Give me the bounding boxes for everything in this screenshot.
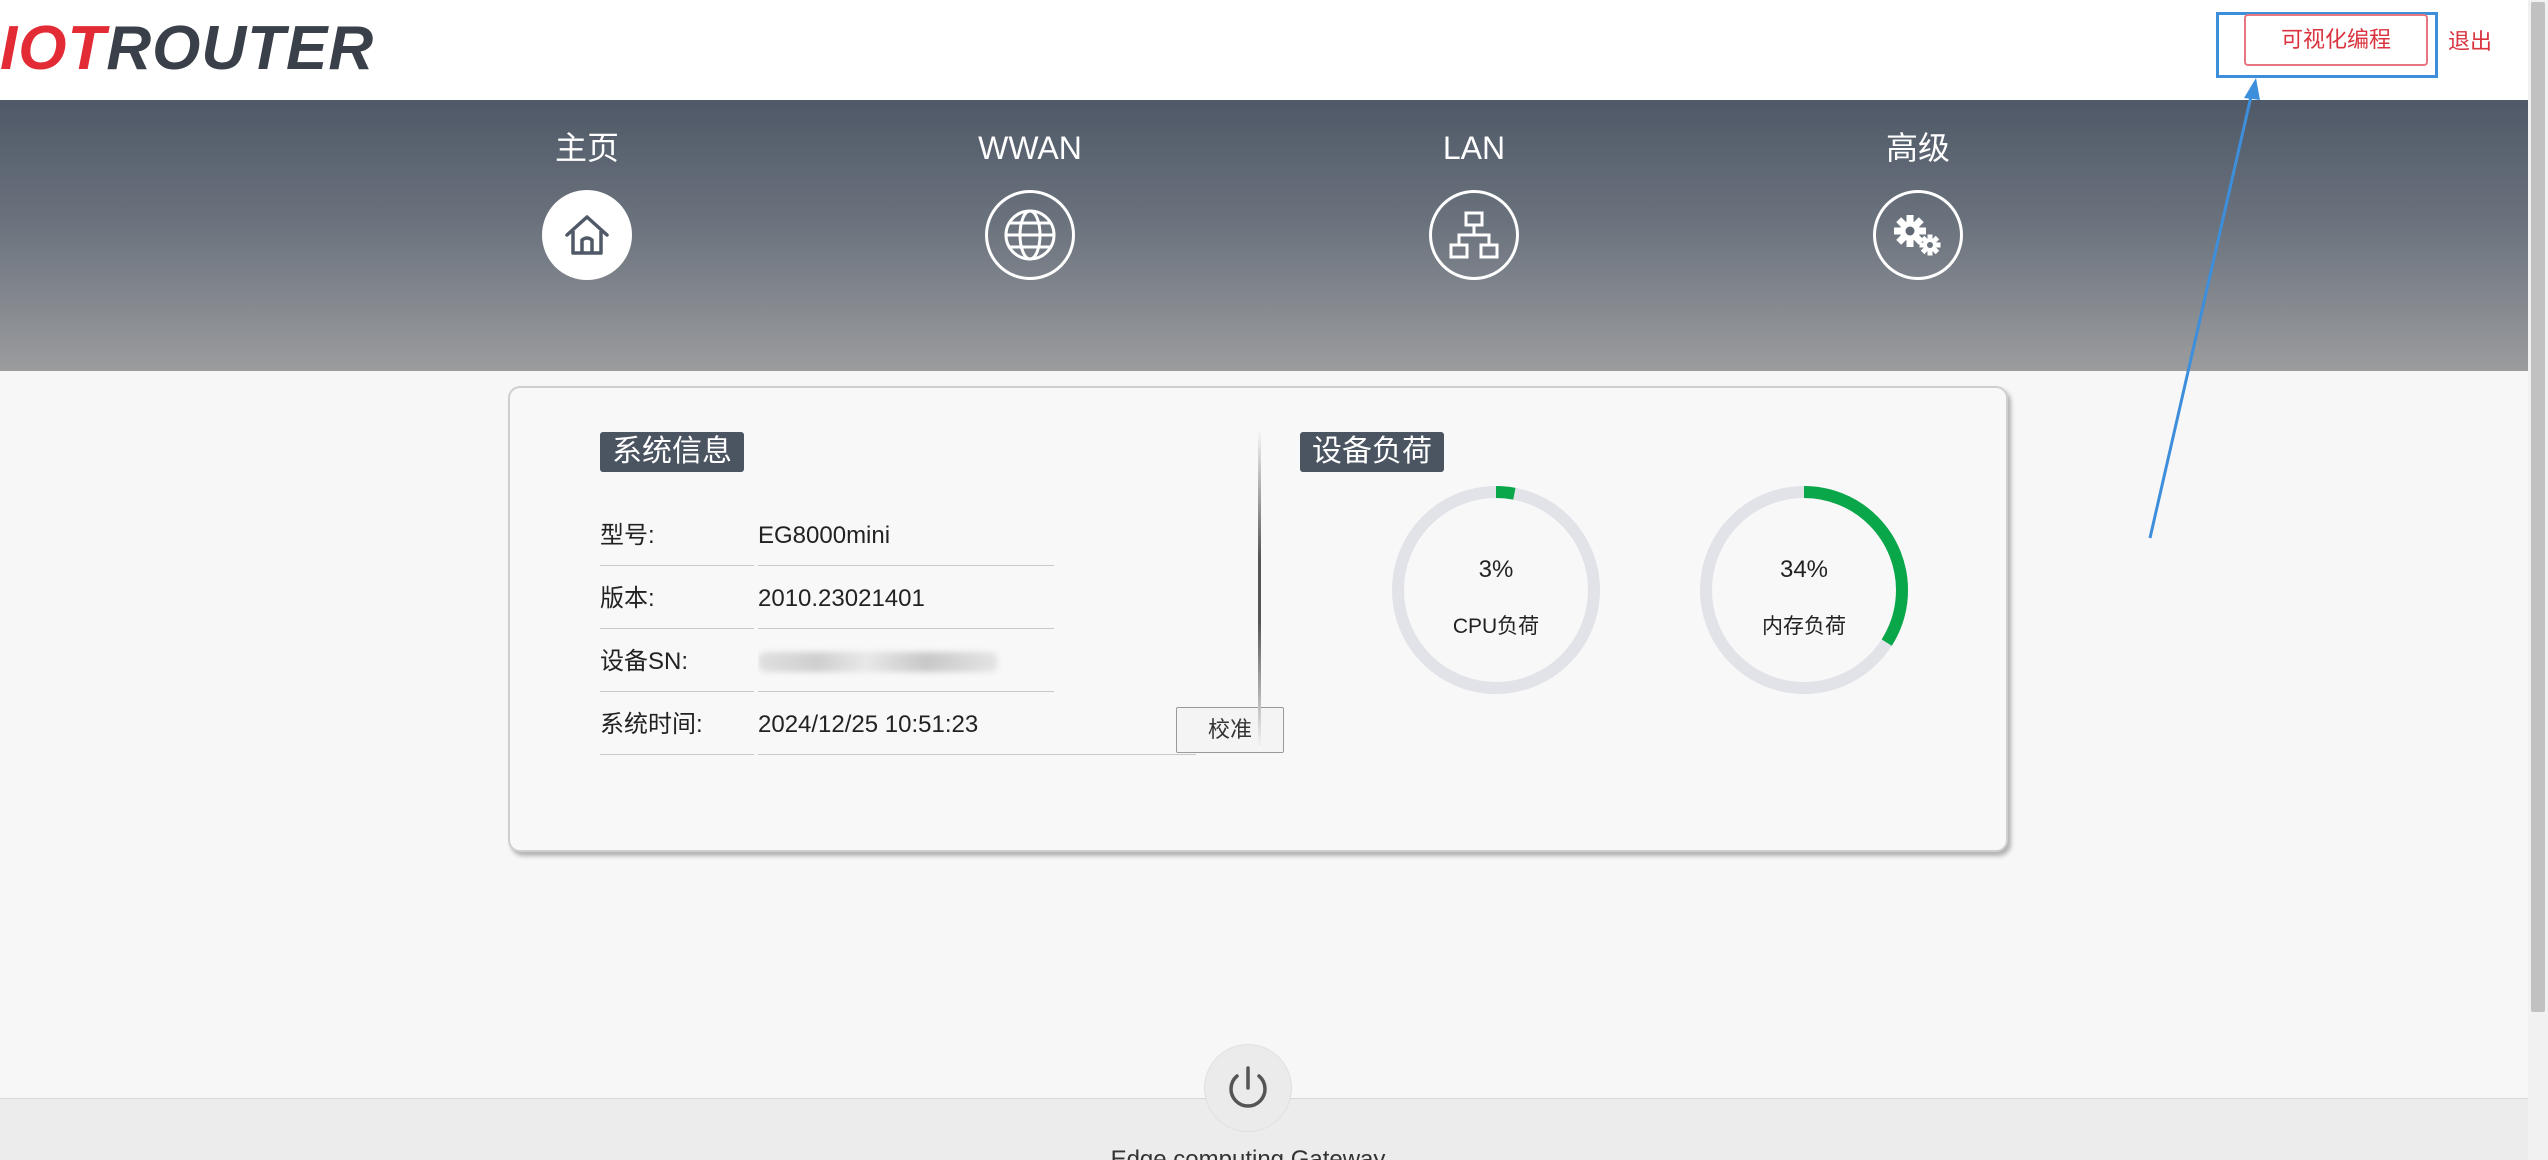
cpu-load-gauge: 3% CPU负荷 (1390, 484, 1602, 696)
device-load-title: 设备负荷 (1300, 432, 1444, 472)
nav-item-label: LAN (1442, 130, 1506, 166)
globe-icon[interactable] (985, 190, 1075, 280)
top-bar: IOTROUTER 可视化编程 退出 (0, 0, 2528, 100)
scrollbar-thumb[interactable] (2531, 2, 2545, 1012)
nav-item-wwan[interactable]: WWAN (930, 100, 1130, 371)
info-value: 2010.23021401 (758, 567, 1054, 629)
nav-item-label: 高级 (1885, 130, 1950, 166)
logout-link[interactable]: 退出 (2448, 24, 2492, 60)
info-label: 系统时间: (600, 693, 754, 755)
system-info-title: 系统信息 (600, 432, 744, 472)
visual-programming-button[interactable]: 可视化编程 (2244, 14, 2428, 66)
dashboard-card: 系统信息 型号: EG8000mini 版本: 2010.23021401 设备… (508, 386, 2008, 852)
nav-item-lan[interactable]: LAN (1374, 100, 1574, 371)
page-scrollbar[interactable] (2528, 0, 2548, 1160)
gears-icon[interactable] (1873, 190, 1963, 280)
cpu-load-value: 3% (1478, 556, 1514, 583)
logo-part-router: ROUTER (106, 14, 375, 83)
app-window: IOTROUTER 可视化编程 退出 主页 WWAN LAN 高级 系统信息 型… (0, 0, 2548, 1160)
info-label: 型号: (600, 504, 754, 566)
gauge-track (1392, 486, 1600, 694)
memory-gauge-ring (1700, 486, 1908, 694)
cpu-load-label: CPU负荷 (1452, 615, 1540, 638)
section-divider (1258, 430, 1261, 750)
nav-item-home[interactable]: 主页 (487, 100, 687, 371)
network-icon[interactable] (1429, 190, 1519, 280)
nav-item-advanced[interactable]: 高级 (1818, 100, 2018, 371)
info-value: 2024/12/25 10:51:23 (758, 693, 1196, 755)
info-value: EG8000mini (758, 504, 1054, 566)
cpu-gauge-ring (1392, 486, 1600, 694)
home-icon[interactable] (542, 190, 632, 280)
power-button[interactable] (1204, 1044, 1292, 1132)
memory-load-gauge: 34% 内存负荷 (1698, 484, 1910, 696)
logo-part-iot: IOT (0, 14, 107, 83)
nav-item-label: WWAN (978, 130, 1082, 166)
logo: IOTROUTER (0, 14, 374, 84)
power-icon (1229, 1066, 1267, 1108)
footer-text: Edge computing Gateway (1110, 1146, 1386, 1160)
nav-item-label: 主页 (554, 130, 619, 166)
redacted-serial (758, 652, 998, 672)
main-nav: 主页 WWAN LAN 高级 (0, 100, 2528, 371)
info-value-redacted (758, 630, 1054, 692)
memory-load-label: 内存负荷 (1762, 615, 1846, 638)
memory-load-value: 34% (1779, 556, 1829, 583)
info-label: 版本: (600, 567, 754, 629)
calibrate-button[interactable]: 校准 (1176, 707, 1284, 753)
info-label: 设备SN: (600, 630, 754, 692)
